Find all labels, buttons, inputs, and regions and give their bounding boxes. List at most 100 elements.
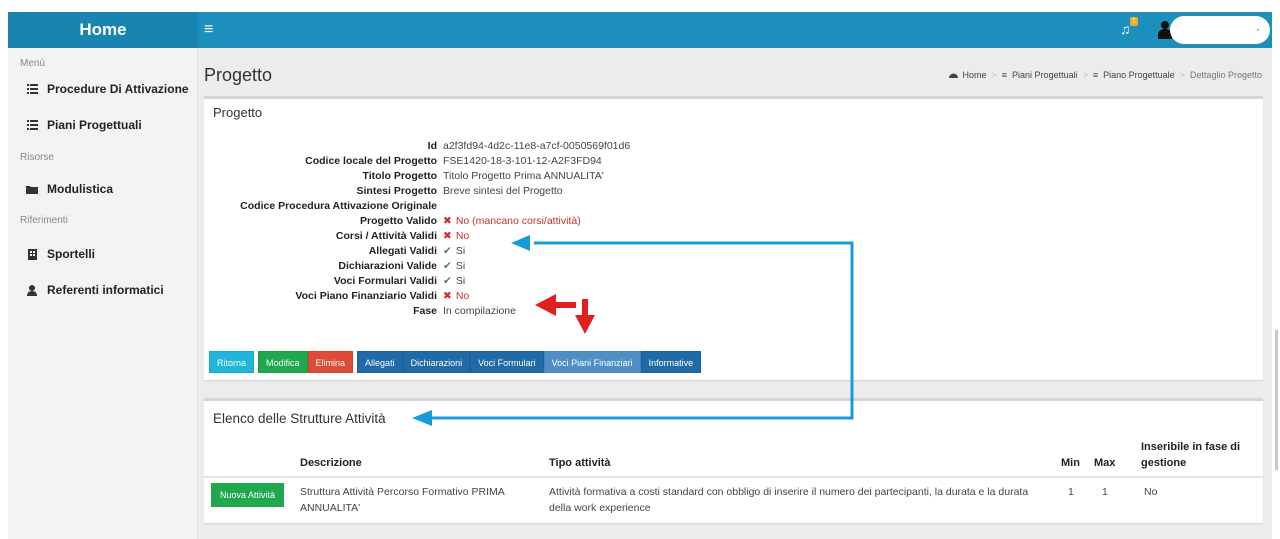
user-pill-dot: · <box>1256 22 1260 36</box>
project-actions: Ritorna Modifica Elimina Allegati Dichia… <box>209 351 702 373</box>
cross-icon: ✖ <box>443 215 452 227</box>
sidebar-item-modulistica[interactable]: Modulistica <box>26 182 113 196</box>
sidebar-header-risorse: Risorse <box>20 152 54 163</box>
sidebar-header-menu: Menù <box>20 58 46 69</box>
list-icon <box>26 120 38 130</box>
sidebar-header-riferimenti: Riferimenti <box>20 215 68 226</box>
voci-piani-finanziari-button[interactable]: Voci Piani Finanziari <box>543 351 641 373</box>
column-header-inseribile-line1: Inseribile in fase di <box>1141 441 1241 453</box>
detail-row-allegati-validi: Allegati Validi ✔ Si <box>204 244 1004 259</box>
dichiarazioni-button[interactable]: Dichiarazioni <box>402 351 471 373</box>
detail-row-id: Id a2f3fd94-4d2c-11e8-a7cf-0050569f01d6 <box>204 139 1004 154</box>
sidebar-item-piani-progettuali[interactable]: Piani Progettuali <box>26 118 142 132</box>
detail-value-text: Si <box>455 260 466 272</box>
detail-label: Dichiarazioni Valide <box>338 260 437 272</box>
check-icon: ✔ <box>443 245 452 257</box>
detail-row-corsi-validi: Corsi / Attività Validi ✖ No <box>204 229 1004 244</box>
modifica-button[interactable]: Modifica <box>258 351 308 373</box>
detail-row-progetto-valido: Progetto Valido ✖ No (mancano corsi/attiv… <box>204 214 1004 229</box>
detail-row-titolo: Titolo Progetto Titolo Progetto Prima AN… <box>204 169 1004 184</box>
detail-row-dichiarazioni-valide: Dichiarazioni Valide ✔ Si <box>204 259 1004 274</box>
page-title: Progetto <box>204 65 273 85</box>
detail-value: ✖ No <box>443 289 469 304</box>
breadcrumb-separator: > <box>991 70 997 80</box>
strutture-panel: Elenco delle Strutture Attività Descrizi… <box>204 398 1263 523</box>
user-name-pill[interactable]: · <box>1170 16 1270 44</box>
column-header-inseribile-line2: gestione <box>1141 457 1187 469</box>
cell-descrizione-line2: ANNUALITA' <box>300 502 361 514</box>
detail-row-voci-formulari-validi: Voci Formulari Validi ✔ Si <box>204 274 1004 289</box>
detail-row-codice-procedura: Codice Procedura Attivazione Originale <box>204 199 1004 214</box>
column-header-max: Max <box>1094 457 1116 469</box>
cell-inseribile: No <box>1144 486 1158 498</box>
breadcrumb-piano-progettuale[interactable]: Piano Progettuale <box>1103 70 1175 80</box>
elimina-button[interactable]: Elimina <box>307 351 354 373</box>
cell-min: 1 <box>1068 486 1074 498</box>
detail-value: ✔ Si <box>443 244 465 259</box>
informative-button[interactable]: Informative <box>640 351 702 373</box>
detail-label: Id <box>427 140 437 152</box>
notification-badge: 1 <box>1130 17 1138 26</box>
sidebar-item-label: Piani Progettuali <box>47 118 142 132</box>
project-panel-title: Progetto <box>213 105 263 120</box>
detail-label: Allegati Validi <box>368 245 437 257</box>
sidebar-item-label: Procedure Di Attivazione <box>47 82 189 96</box>
detail-value: ✖ No <box>443 229 469 244</box>
user-icon <box>26 284 38 296</box>
detail-label: Titolo Progetto <box>362 170 437 182</box>
breadcrumb-piani-progettuali[interactable]: Piani Progettuali <box>1012 70 1078 80</box>
cell-descrizione-line1: Struttura Attività Percorso Formativo PR… <box>300 486 505 498</box>
list-icon: ≡ <box>1092 70 1099 80</box>
ritorna-button[interactable]: Ritorna <box>209 351 255 373</box>
detail-value: FSE1420-18-3-101-12-A2F3FD94 <box>443 155 602 167</box>
breadcrumb-separator: > <box>1179 70 1185 80</box>
sidebar: Menù Procedure Di Attivazione Piani Prog… <box>8 48 198 539</box>
column-header-tipo-attivita: Tipo attività <box>549 457 611 469</box>
detail-value: ✔ Si <box>443 259 465 274</box>
detail-label: Sintesi Progetto <box>356 185 437 197</box>
top-navbar: Home ≡ ♫ 1 · <box>8 12 1272 48</box>
cell-max: 1 <box>1102 486 1108 498</box>
bell-icon[interactable]: ♫ <box>1120 21 1131 37</box>
cross-icon: ✖ <box>443 290 452 302</box>
brand-home-link[interactable]: Home <box>8 12 198 48</box>
voci-formulari-button[interactable]: Voci Formulari <box>470 351 544 373</box>
column-header-min: Min <box>1061 457 1080 469</box>
project-panel: Progetto Id a2f3fd94-4d2c-11e8-a7cf-0050… <box>204 96 1263 380</box>
breadcrumb-dettaglio-progetto: Dettaglio Progetto <box>1189 70 1262 80</box>
sidebar-item-referenti-informatici[interactable]: Referenti informatici <box>26 283 164 297</box>
detail-value: ✖ No (mancano corsi/attività) <box>443 214 581 229</box>
detail-value-text: No (mancano corsi/attività) <box>455 215 581 227</box>
detail-label: Voci Formulari Validi <box>333 275 437 287</box>
detail-value-text: Si <box>455 245 466 257</box>
left-edge-strip <box>0 0 8 539</box>
detail-value-text: No <box>455 290 470 302</box>
dashboard-icon <box>948 70 958 80</box>
detail-row-sintesi: Sintesi Progetto Breve sintesi del Proge… <box>204 184 1004 199</box>
nuova-attivita-button[interactable]: Nuova Attività <box>211 483 285 507</box>
breadcrumb-home[interactable]: Home <box>963 70 987 80</box>
detail-row-fase: Fase In compilazione <box>204 304 1004 319</box>
hamburger-icon[interactable]: ≡ <box>204 21 213 39</box>
detail-label: Progetto Valido <box>359 215 437 227</box>
allegati-button[interactable]: Allegati <box>357 351 403 373</box>
sidebar-item-label: Sportelli <box>47 247 96 261</box>
cross-icon: ✖ <box>443 230 452 242</box>
check-icon: ✔ <box>443 275 452 287</box>
table-header-divider <box>204 476 1263 478</box>
detail-value-text: No <box>455 230 470 242</box>
detail-value-text: Si <box>455 275 466 287</box>
detail-value: In compilazione <box>443 305 516 317</box>
sidebar-item-procedure-di-attivazione[interactable]: Procedure Di Attivazione <box>26 82 189 96</box>
scrollbar-thumb[interactable] <box>1275 330 1278 470</box>
detail-label: Corsi / Attività Validi <box>335 230 437 242</box>
sidebar-item-label: Modulistica <box>47 182 114 196</box>
detail-value: Breve sintesi del Progetto <box>443 185 563 197</box>
strutture-panel-title: Elenco delle Strutture Attività <box>213 411 386 426</box>
breadcrumb: Home > ≡ Piani Progettuali > ≡ Piano Pro… <box>948 70 1262 80</box>
building-icon <box>26 248 38 260</box>
detail-value: a2f3fd94-4d2c-11e8-a7cf-0050569f01d6 <box>443 140 631 152</box>
sidebar-item-label: Referenti informatici <box>47 283 164 297</box>
sidebar-item-sportelli[interactable]: Sportelli <box>26 247 95 261</box>
main-content: Progetto Home > ≡ Piani Progettuali > ≡ … <box>198 48 1272 539</box>
